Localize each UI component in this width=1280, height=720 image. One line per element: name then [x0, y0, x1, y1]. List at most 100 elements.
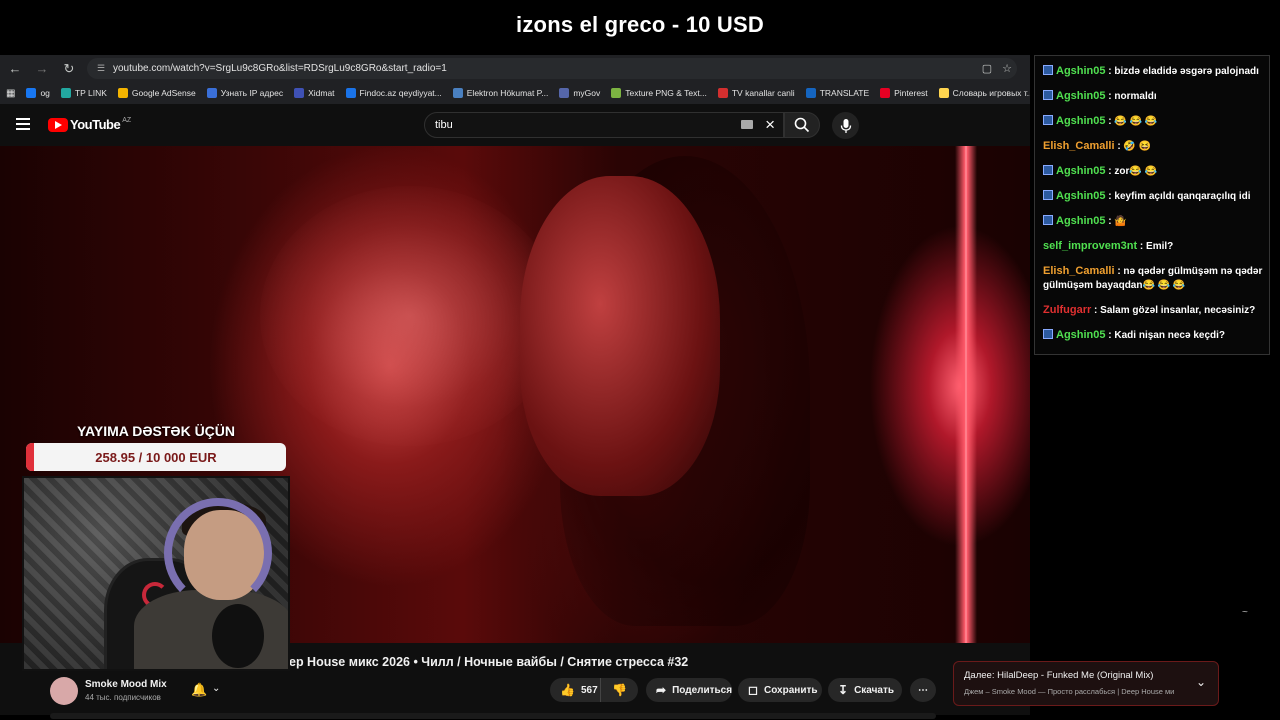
back-button[interactable]: ← — [3, 57, 27, 81]
subscriber-badge-icon — [1043, 190, 1053, 200]
youtube-play-icon — [48, 117, 68, 132]
search-button[interactable] — [784, 112, 820, 138]
bookmark-favicon-icon — [26, 88, 37, 98]
search-input[interactable]: tibu × — [424, 112, 784, 138]
subscriber-badge-icon — [1043, 90, 1053, 100]
microphone-pop-filter — [212, 604, 264, 668]
stream-screen: izons el greco - 10 USD ← → ↻ ☰ youtube.… — [0, 0, 1280, 720]
bookmark-label: Elektron Hökumat P... — [466, 88, 549, 98]
video-face — [520, 176, 720, 496]
channel-subscribers: 44 тыс. подписчиков — [85, 693, 161, 702]
chat-username: Elish_Camalli — [1043, 265, 1115, 277]
bookmark-favicon-icon — [717, 88, 728, 98]
video-title: ep House микс 2026 • Чилл / Ночные вайбы… — [289, 655, 689, 669]
keyboard-icon[interactable] — [741, 120, 753, 129]
save-label: Сохранить — [763, 684, 818, 696]
dislike-button[interactable]: 👎 — [600, 678, 638, 702]
youtube-logo-text: YouTube — [70, 117, 121, 132]
more-icon: ⋯ — [918, 684, 928, 696]
up-next-title: Далее: HilalDeep - Funked Me (Original M… — [964, 670, 1154, 681]
youtube-logo[interactable]: YouTube AZ — [48, 117, 131, 132]
bookmark-favicon-icon — [611, 88, 622, 98]
chat-username: Agshin05 — [1056, 329, 1106, 341]
save-button[interactable]: ◻ Сохранить — [738, 678, 822, 702]
search-query[interactable]: tibu — [435, 119, 453, 131]
voice-search-button[interactable] — [832, 112, 859, 139]
menu-icon[interactable] — [16, 118, 30, 130]
chat-message: Elish_Camalli : 🤣 😆 — [1035, 137, 1269, 156]
bookmark-label: Pinterest — [894, 88, 928, 98]
bookmark-item[interactable]: Google AdSense — [117, 88, 196, 98]
donation-alert-banner: izons el greco - 10 USD — [516, 12, 764, 37]
clear-search-icon[interactable]: × — [765, 115, 775, 135]
thumbs-up-icon: 👍 — [560, 683, 575, 697]
chat-text: : 🤣 😆 — [1114, 141, 1152, 152]
bookmark-item[interactable]: myGov — [559, 88, 600, 98]
bookmark-label: Texture PNG & Text... — [625, 88, 707, 98]
chat-message: Agshin05 : Kadi nişan necə keçdi? — [1035, 326, 1269, 345]
bookmark-item[interactable]: og — [26, 88, 50, 98]
chat-text: : Emil? — [1137, 241, 1174, 252]
bookmark-item[interactable]: TRANSLATE — [805, 88, 869, 98]
bookmark-icon: ◻ — [748, 683, 758, 697]
forward-button[interactable]: → — [30, 57, 54, 81]
bookmark-item[interactable]: TP LINK — [60, 88, 107, 98]
reload-button[interactable]: ↻ — [57, 57, 81, 81]
apps-grid-icon[interactable]: ▦ — [6, 88, 15, 99]
more-actions-button[interactable]: ⋯ — [910, 678, 936, 702]
install-app-icon[interactable]: ▢ — [977, 62, 997, 75]
up-next-playlist: Джем – Smoke Mood — Просто расслабься | … — [964, 687, 1175, 696]
chat-username: Agshin05 — [1056, 354, 1106, 355]
channel-name[interactable]: Smoke Mood Mix — [85, 679, 167, 690]
bookmark-favicon-icon — [345, 88, 356, 98]
chat-text: : normaldı — [1105, 91, 1157, 102]
chat-username: Agshin05 — [1056, 90, 1106, 102]
search-icon — [794, 117, 810, 133]
download-button[interactable]: ↧ Скачать — [828, 678, 902, 702]
scroll-indicator-icon: ~ — [1242, 607, 1248, 618]
bookmark-item[interactable]: Texture PNG & Text... — [611, 88, 707, 98]
streamer-webcam — [22, 476, 290, 671]
bookmark-item[interactable]: Pinterest — [880, 88, 928, 98]
video-neon-light — [955, 146, 977, 643]
microphone-icon — [840, 118, 851, 133]
chat-username: Agshin05 — [1056, 65, 1106, 77]
notification-bell-icon[interactable]: 🔔 — [191, 682, 207, 698]
chat-message: Agshin05 : normaldı — [1035, 87, 1269, 106]
bookmark-item[interactable]: Findoc.az qeydiyyat... — [345, 88, 442, 98]
bookmark-label: TV kanallar canli — [731, 88, 795, 98]
subscriber-badge-icon — [1043, 329, 1053, 339]
up-next-panel[interactable]: Далее: HilalDeep - Funked Me (Original M… — [953, 661, 1219, 706]
bookmark-item[interactable]: Словарь игровых т... — [938, 88, 1030, 98]
subscriber-badge-icon — [1043, 65, 1053, 75]
bookmark-item[interactable]: Elektron Hökumat P... — [452, 88, 549, 98]
chevron-down-icon[interactable]: ⌄ — [212, 683, 220, 694]
channel-avatar[interactable] — [50, 677, 78, 705]
bookmark-label: TP LINK — [74, 88, 107, 98]
bookmark-favicon-icon — [805, 88, 816, 98]
like-count: 567 — [580, 684, 598, 696]
bookmark-item[interactable]: Узнать IP адрес — [206, 88, 283, 98]
bookmarks-bar: ▦ og TP LINK Google AdSense Узнать IP адрес… — [0, 82, 1030, 104]
url-bar[interactable]: ☰ youtube.com/watch?v=SrgLu9c8GRo&list=R… — [87, 58, 1017, 79]
url-text[interactable]: youtube.com/watch?v=SrgLu9c8GRo&list=RDS… — [113, 63, 977, 74]
bookmark-item[interactable]: TV kanallar canli — [717, 88, 795, 98]
subscriber-badge-icon — [1043, 354, 1053, 355]
site-info-icon[interactable]: ☰ — [95, 63, 107, 75]
like-button[interactable]: 👍 567 — [550, 678, 600, 702]
chat-text: : Kadi nişan necə keçdi? — [1105, 330, 1225, 341]
donation-goal-title: YAYIMA DƏSTƏK ÜÇÜN — [76, 423, 236, 439]
description-box-edge[interactable] — [50, 713, 936, 719]
download-label: Скачать — [854, 684, 895, 696]
subscriber-badge-icon — [1043, 215, 1053, 225]
live-chat-overlay: Agshin05 : bizdə eladidə əsgərə palojnad… — [1034, 55, 1270, 355]
chat-message: self_improvem3nt : Emil? — [1035, 237, 1269, 256]
bookmark-star-icon[interactable]: ☆ — [997, 62, 1017, 75]
chat-username: Agshin05 — [1056, 215, 1106, 227]
share-button[interactable]: ➦ Поделиться — [646, 678, 732, 702]
bookmark-item[interactable]: Xidmat — [294, 88, 335, 98]
chat-message: Agshin05 : bizdə eladidə əsgərə palojnad… — [1035, 62, 1269, 81]
bookmark-favicon-icon — [294, 88, 305, 98]
bookmark-favicon-icon — [559, 88, 570, 98]
chevron-down-icon[interactable]: ⌄ — [1196, 675, 1206, 689]
